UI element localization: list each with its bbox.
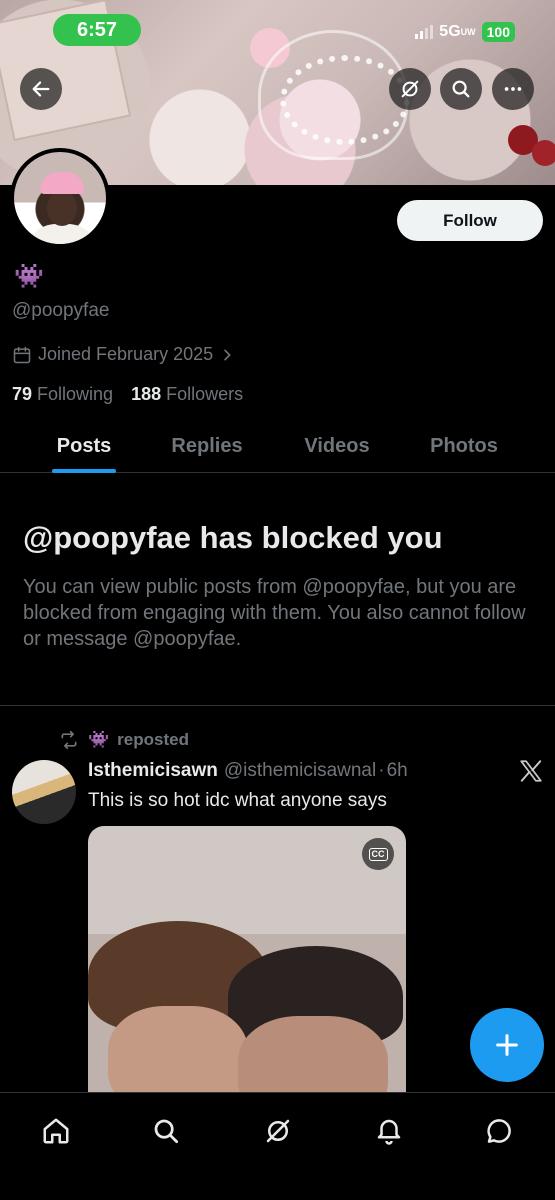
signal-icon: [415, 25, 434, 39]
closed-captions-icon: CC: [368, 847, 388, 861]
avatar[interactable]: [10, 148, 110, 248]
tweet-header: Isthemicisawn @isthemicisawnal · 6h: [88, 760, 408, 782]
repost-label: reposted: [117, 730, 189, 749]
search-icon: [452, 80, 470, 98]
bottom-navigation: [0, 1092, 555, 1200]
divider: [0, 705, 555, 706]
search-icon: [154, 1119, 178, 1143]
tab-photos[interactable]: Photos: [428, 420, 500, 473]
grok-button[interactable]: [389, 68, 431, 110]
tweet-author-avatar[interactable]: [12, 760, 76, 824]
profile-tabs: Posts Replies Videos Photos: [0, 420, 555, 473]
tweet-author-handle[interactable]: @isthemicisawnal: [224, 760, 376, 782]
nav-grok[interactable]: [258, 1111, 298, 1151]
nav-messages[interactable]: [479, 1111, 519, 1151]
joined-label: Joined February 2025: [38, 344, 214, 364]
nav-home[interactable]: [36, 1111, 76, 1151]
nav-notifications[interactable]: [369, 1111, 409, 1151]
follow-button[interactable]: Follow: [397, 200, 543, 241]
tab-videos[interactable]: Videos: [246, 420, 428, 473]
more-icon: [504, 87, 522, 91]
follow-stats: 79 Following 188 Followers: [12, 384, 243, 405]
joined-date[interactable]: Joined February 2025: [12, 344, 235, 365]
blocked-description: You can view public posts from @poopyfae…: [23, 576, 526, 650]
messages-icon: [487, 1119, 511, 1143]
plus-icon: [496, 1034, 518, 1056]
followers-link[interactable]: 188 Followers: [131, 384, 243, 405]
battery-indicator: 100: [481, 22, 515, 42]
tweet-separator: ·: [378, 760, 385, 781]
search-button[interactable]: [440, 68, 482, 110]
following-link[interactable]: 79 Following: [12, 384, 113, 405]
network-label: 5GUW: [439, 23, 476, 40]
banner-bead-decoration: [280, 55, 410, 145]
grok-icon: [266, 1119, 290, 1143]
display-name: 👾: [14, 263, 44, 290]
tweet-media-video[interactable]: [88, 826, 406, 1096]
tweet-author-name[interactable]: Isthemicisawn: [88, 760, 218, 782]
tab-replies[interactable]: Replies: [168, 420, 246, 473]
blocked-title: @poopyfae has blocked you: [23, 520, 443, 555]
chevron-right-icon: [224, 349, 231, 360]
home-icon: [43, 1118, 69, 1144]
repost-indicator: 👾 reposted: [58, 730, 189, 750]
status-indicators: 5GUW 100: [415, 22, 515, 42]
compose-button[interactable]: [470, 1008, 544, 1082]
more-button[interactable]: [492, 68, 534, 110]
closed-captions-button[interactable]: CC: [362, 838, 394, 870]
back-arrow-icon: [32, 81, 50, 97]
status-time: 6:57: [53, 14, 141, 46]
tab-posts[interactable]: Posts: [0, 420, 168, 473]
banner-cherry-decoration: [532, 140, 555, 166]
tweet-time: 6h: [386, 760, 408, 781]
nav-search[interactable]: [146, 1111, 186, 1151]
calendar-icon: [13, 346, 31, 363]
back-button[interactable]: [20, 68, 62, 110]
repost-emoji: 👾: [88, 730, 110, 749]
bell-icon: [377, 1119, 401, 1145]
repost-icon: [61, 730, 77, 750]
grok-icon: [401, 80, 419, 98]
profile-handle: @poopyfae: [12, 300, 110, 321]
x-logo-icon[interactable]: [518, 758, 544, 784]
tweet-text: This is so hot idc what anyone says: [88, 790, 387, 811]
